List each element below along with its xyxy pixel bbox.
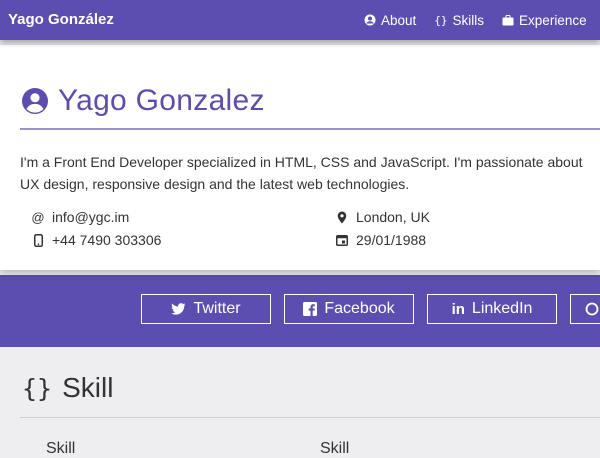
social-band: Twitter Facebook in LinkedIn xyxy=(0,275,600,347)
skill-item: Skill xyxy=(46,440,76,457)
nav-about[interactable]: About xyxy=(364,13,416,28)
phone-detail[interactable]: +44 7490 303306 xyxy=(32,232,161,248)
link-icon xyxy=(585,302,599,316)
main-nav: About {} Skills Experience xyxy=(364,0,600,40)
profile-name: Yago Gonzalez xyxy=(58,84,265,117)
braces-icon: {} xyxy=(22,373,53,403)
mobile-phone-icon xyxy=(32,233,44,247)
name-divider xyxy=(20,128,600,130)
profile-card: Yago Gonzalez I'm a Front End Developer … xyxy=(0,45,600,270)
email-detail[interactable]: @ info@ygc.im xyxy=(31,209,130,225)
linkedin-label: LinkedIn xyxy=(471,300,533,317)
briefcase-icon xyxy=(502,14,514,26)
skills-divider xyxy=(20,417,600,418)
facebook-button[interactable]: Facebook xyxy=(284,294,414,324)
linkedin-button[interactable]: in LinkedIn xyxy=(427,294,557,324)
nav-skills-label: Skills xyxy=(452,12,485,28)
linkedin-icon: in xyxy=(451,300,465,318)
location-detail: London, UK xyxy=(336,209,430,225)
location-value: London, UK xyxy=(356,209,430,225)
user-circle-icon xyxy=(22,88,48,114)
brand-link[interactable]: Yago González xyxy=(8,0,114,40)
twitter-label: Twitter xyxy=(193,300,241,317)
phone-value: +44 7490 303306 xyxy=(52,232,162,248)
profile-header: Yago Gonzalez xyxy=(22,84,265,118)
more-social-button[interactable] xyxy=(570,294,600,324)
nav-experience-label: Experience xyxy=(519,12,587,28)
user-circle-icon xyxy=(364,14,376,26)
profile-bio: I'm a Front End Developer specialized in… xyxy=(20,154,583,192)
braces-icon: {} xyxy=(434,13,448,27)
birthdate-value: 29/01/1988 xyxy=(356,232,427,248)
facebook-label: Facebook xyxy=(324,300,395,317)
twitter-button[interactable]: Twitter xyxy=(141,294,271,324)
nav-skills[interactable]: {} Skills xyxy=(434,13,484,28)
skill-item: Skill xyxy=(320,440,350,457)
top-navbar: Yago González About {} Skills Experience xyxy=(0,0,600,40)
skills-section-header: {} Skill xyxy=(22,372,113,404)
skills-section-title: Skill xyxy=(62,372,114,403)
at-sign-icon: @ xyxy=(31,209,45,225)
email-value: info@ygc.im xyxy=(52,209,130,225)
nav-about-label: About xyxy=(381,12,417,28)
calendar-icon xyxy=(336,234,348,246)
nav-experience[interactable]: Experience xyxy=(502,13,587,28)
facebook-icon xyxy=(303,302,318,316)
map-pin-icon xyxy=(336,211,348,224)
birthdate-detail: 29/01/1988 xyxy=(336,232,426,248)
twitter-icon xyxy=(171,303,186,315)
